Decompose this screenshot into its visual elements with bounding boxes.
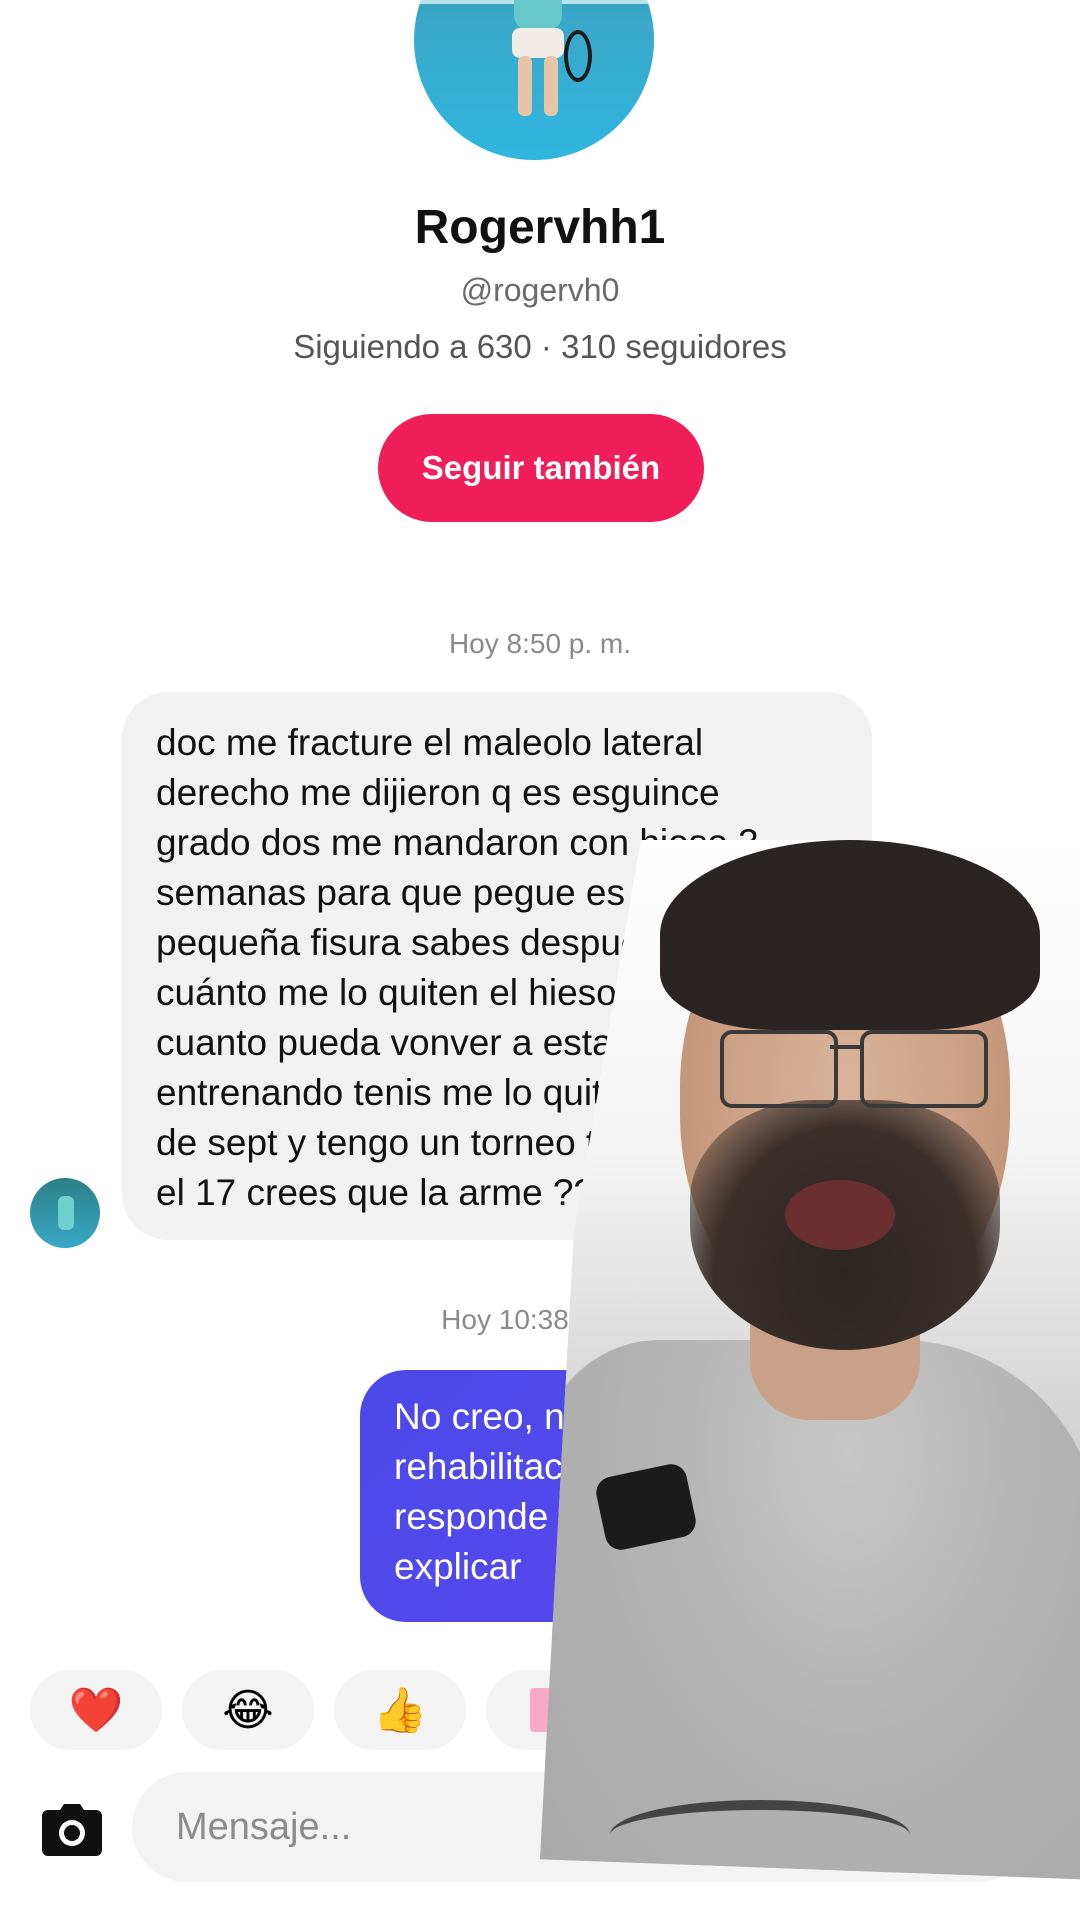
reaction-laugh-button[interactable]: 😂 <box>182 1670 314 1750</box>
presenter-mouth <box>785 1180 895 1250</box>
reaction-thumbs-up-button[interactable]: 👍 <box>334 1670 466 1750</box>
sender-avatar[interactable] <box>30 1178 100 1248</box>
glasses-bridge <box>830 1045 862 1049</box>
profile-name: Rogervhh1 <box>414 201 666 254</box>
message-timestamp: Hoy 8:50 p. m. <box>448 628 632 659</box>
presenter-video-overlay <box>540 840 1080 1880</box>
presenter-shirt <box>540 1340 1080 1880</box>
player-figure <box>514 0 562 30</box>
message-line: doc me fracture el maleolo lateral <box>156 722 704 763</box>
player-leg <box>518 56 532 116</box>
profile-handle: @rogervh0 <box>460 272 620 308</box>
profile-stats: Siguiendo a 630 · 310 seguidores <box>293 328 787 365</box>
glasses-icon <box>720 1030 838 1108</box>
shirt-print <box>610 1800 910 1870</box>
player-leg <box>544 56 558 116</box>
player-figure <box>58 1196 74 1230</box>
follow-back-button[interactable]: Seguir también <box>378 414 704 522</box>
thumbs-up-icon: 👍 <box>372 1685 428 1736</box>
camera-button[interactable] <box>40 1798 104 1862</box>
glasses-icon <box>860 1030 988 1108</box>
message-line: derecho me dijieron q es esguince <box>156 772 720 813</box>
presenter-hair <box>660 840 1040 1030</box>
reaction-heart-button[interactable]: ❤️ <box>30 1670 162 1750</box>
player-shorts <box>512 28 564 58</box>
laughing-emoji-icon: 😂 <box>222 1684 274 1736</box>
heart-icon: ❤️ <box>68 1685 124 1736</box>
profile-avatar[interactable] <box>414 0 654 160</box>
camera-icon <box>42 1804 102 1856</box>
tennis-racket <box>564 30 592 82</box>
